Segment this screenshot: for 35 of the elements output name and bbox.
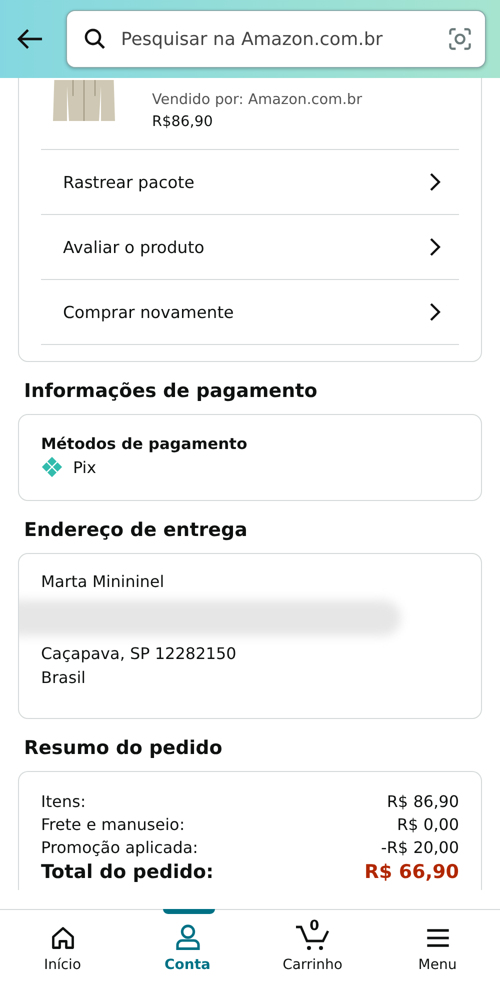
section-heading: Endereço de entrega: [24, 519, 248, 541]
summary-label: Promoção aplicada:: [41, 837, 198, 859]
cart-count: 0: [310, 918, 320, 934]
pix-icon: [41, 456, 63, 478]
summary-label: Itens:: [41, 791, 86, 813]
summary-value: R$ 86,90: [386, 791, 459, 813]
product-price: R$86,90: [152, 113, 214, 132]
summary-value: -R$ 20,00: [381, 837, 459, 859]
chevron-icon: [429, 237, 441, 257]
payment-method: Pix: [73, 458, 96, 476]
nav-tab[interactable]: Início: [0, 910, 125, 983]
address-line: Marta Minininel: [41, 571, 166, 593]
seller-text: Vendido por: Amazon.com.br: [152, 91, 362, 110]
camera-icon[interactable]: [447, 26, 473, 52]
search-bar[interactable]: Pesquisar na Amazon.com.br: [66, 10, 486, 68]
summary-value: R$ 0,00: [396, 814, 459, 836]
search-icon: [83, 27, 107, 51]
section-heading: Resumo do pedido: [24, 737, 224, 759]
search-field[interactable]: Pesquisar na Amazon.com.br: [119, 28, 435, 50]
nav-tab[interactable]: Menu: [375, 910, 500, 983]
action-row[interactable]: Avaliar o produto: [41, 215, 459, 280]
chevron-icon: [429, 172, 441, 192]
payment-title: Métodos de pagamento: [41, 435, 248, 453]
address-line: Caçapava, SP 12282150: [41, 643, 238, 665]
address-line: Brasil: [41, 667, 87, 689]
summary-label: Frete e manuseio:: [41, 814, 185, 836]
action-row[interactable]: Rastrear pacote: [41, 150, 459, 215]
total-label: Total do pedido:: [41, 860, 214, 885]
section-heading: Informações de pagamento: [24, 380, 318, 402]
chevron-icon: [429, 302, 441, 322]
action-row[interactable]: Comprar novamente: [41, 280, 459, 345]
nav-tab[interactable]: Conta: [125, 910, 250, 983]
total-value: R$ 66,90: [364, 860, 459, 885]
active-indicator: [163, 909, 215, 914]
nav-tab[interactable]: 0 Carrinho: [250, 910, 375, 983]
